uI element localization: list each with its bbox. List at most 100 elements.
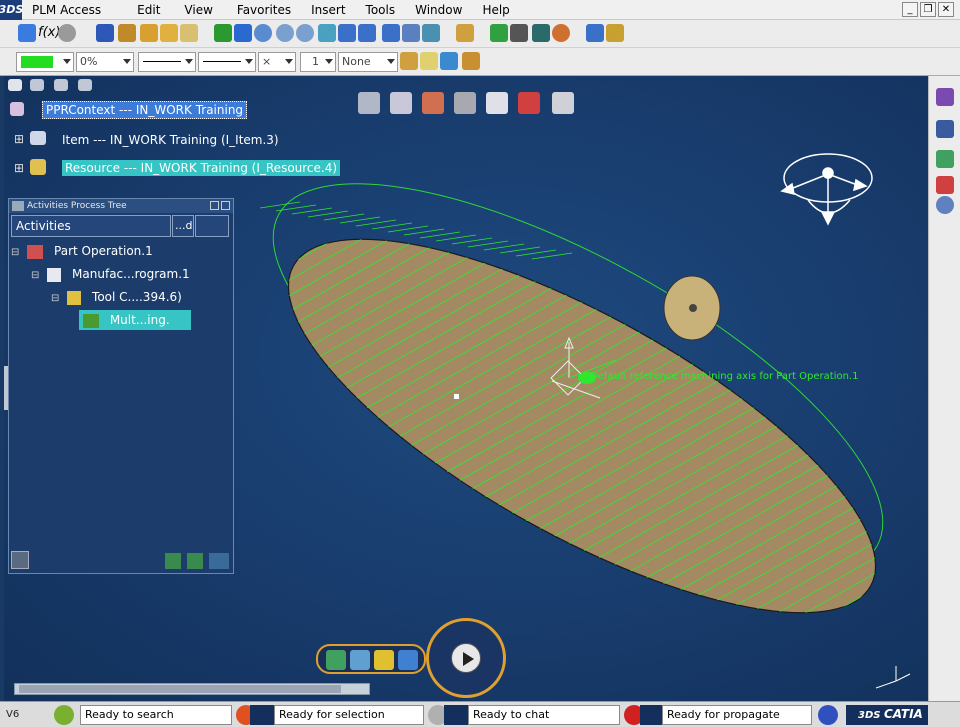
compass-status-icon[interactable] (818, 705, 838, 725)
wb-icon-4[interactable] (398, 650, 418, 670)
selection-status-field[interactable]: Ready for selection (274, 705, 424, 725)
menu-help[interactable]: Help (472, 0, 519, 20)
tree-row-part-operation[interactable]: ⊟ Part Operation.1 (11, 241, 156, 261)
render-style-combo[interactable]: None (338, 52, 398, 72)
user-icon[interactable] (552, 24, 570, 42)
catalog-icon[interactable] (96, 24, 114, 42)
edit-icon[interactable] (11, 551, 29, 569)
fit-all-icon[interactable] (214, 24, 232, 42)
tab-icon-3[interactable] (54, 79, 68, 91)
operation-icon[interactable] (422, 92, 444, 114)
robot-wheel[interactable] (426, 618, 506, 698)
menu-view[interactable]: View (170, 0, 222, 20)
panel-close-button[interactable] (221, 201, 230, 210)
play-button[interactable] (451, 643, 481, 673)
cube-icon[interactable] (440, 52, 458, 70)
tab-icon-4[interactable] (78, 79, 92, 91)
iso-view-icon[interactable] (358, 24, 376, 42)
multi-view-icon[interactable] (338, 24, 356, 42)
line-type-combo[interactable] (198, 52, 256, 72)
machine-icon[interactable] (358, 92, 380, 114)
multi-axis-status-icon[interactable] (171, 310, 191, 330)
properties-icon[interactable] (936, 120, 954, 138)
panel-tool-2-icon[interactable] (187, 553, 203, 569)
panel-tool-3-icon[interactable] (209, 553, 229, 569)
activities-header-col2[interactable]: ...d (172, 215, 194, 237)
color-combo[interactable] (16, 52, 74, 72)
eraser-icon[interactable] (420, 52, 438, 70)
update-icon[interactable] (490, 24, 508, 42)
menu-insert[interactable]: Insert (301, 0, 355, 20)
restore-button[interactable]: ❐ (920, 2, 936, 17)
tool-icon[interactable] (454, 92, 476, 114)
tree-icon[interactable] (118, 24, 136, 42)
resource-expander[interactable]: ⊞ (14, 161, 24, 175)
expander-icon[interactable]: ⊟ (51, 293, 59, 304)
tree-row-multi-axis[interactable]: Mult...ing.1 (79, 310, 185, 330)
item-expander[interactable]: ⊞ (14, 132, 24, 146)
folder-icon[interactable] (456, 24, 474, 42)
activities-header[interactable]: Activities (11, 215, 171, 237)
normal-view-icon[interactable] (318, 24, 336, 42)
point-type-combo[interactable]: × (258, 52, 296, 72)
painter-icon[interactable] (400, 52, 418, 70)
tree-row-manufacturing-program[interactable]: ⊟ Manufac...rogram.1 (31, 264, 193, 284)
save-icon[interactable] (606, 24, 624, 42)
zoom-out-icon[interactable] (296, 24, 314, 42)
workbench-icon[interactable] (936, 88, 954, 106)
ppr-root-node[interactable]: PPRContext --- IN_WORK Training (42, 101, 248, 119)
search-status-icon[interactable] (54, 705, 74, 725)
line-thickness-combo[interactable] (138, 52, 196, 72)
ppr-item-node[interactable]: Item --- IN_WORK Training (I_Item.3) (62, 133, 279, 147)
zoom-in-icon[interactable] (276, 24, 294, 42)
robot-icon[interactable] (390, 92, 412, 114)
expander-icon[interactable]: ⊟ (11, 247, 19, 258)
search-status-field[interactable]: Ready to search (80, 705, 232, 725)
horizontal-scrollbar[interactable] (14, 683, 370, 695)
search-icon[interactable] (936, 196, 954, 214)
hide-show-icon[interactable] (402, 24, 420, 42)
dice-icon[interactable] (486, 92, 508, 114)
layer-combo[interactable]: 1 (300, 52, 336, 72)
network-icon[interactable] (586, 24, 604, 42)
analysis-icon[interactable] (936, 150, 954, 168)
panel-tool-1-icon[interactable] (165, 553, 181, 569)
simulation-icon[interactable] (936, 176, 954, 194)
tree-row-tool-change[interactable]: ⊟ Tool C....394.6) (51, 287, 185, 307)
close-button[interactable]: ✕ (938, 2, 954, 17)
swap-icon[interactable] (160, 24, 178, 42)
comment-icon[interactable] (58, 24, 76, 42)
minimize-button[interactable]: _ (902, 2, 918, 17)
menu-favorites[interactable]: Favorites (223, 0, 301, 20)
menu-plm-access[interactable]: PLM Access (22, 0, 111, 20)
layout-icon[interactable] (532, 24, 550, 42)
magic-wand-icon[interactable] (462, 52, 480, 70)
tab-icon-2[interactable] (30, 79, 44, 91)
gear-icon[interactable] (510, 24, 528, 42)
render-mode-icon[interactable] (382, 24, 400, 42)
pan-icon[interactable] (234, 24, 252, 42)
scroll-thumb[interactable] (19, 685, 341, 693)
tab-icon-1[interactable] (8, 79, 22, 91)
swap-visible-icon[interactable] (422, 24, 440, 42)
table-icon[interactable] (180, 24, 198, 42)
chat-status-field[interactable]: Ready to chat (468, 705, 620, 725)
resource-icon[interactable] (518, 92, 540, 114)
expander-icon[interactable]: ⊟ (31, 270, 39, 281)
menu-window[interactable]: Window (405, 0, 472, 20)
transparency-combo[interactable]: 0% (76, 52, 134, 72)
formula-icon[interactable]: f(x) (38, 24, 60, 42)
rotate-icon[interactable] (254, 24, 272, 42)
menu-tools[interactable]: Tools (356, 0, 406, 20)
panel-minimize-button[interactable] (210, 201, 219, 210)
wb-icon-3[interactable] (374, 650, 394, 670)
menu-edit[interactable]: Edit (111, 0, 170, 20)
ppr-resource-node[interactable]: Resource --- IN_WORK Training (I_Resourc… (62, 160, 341, 176)
lock-icon[interactable] (140, 24, 158, 42)
propagate-status-field[interactable]: Ready for propagate (662, 705, 812, 725)
wb-icon-1[interactable] (326, 650, 346, 670)
report-icon[interactable] (552, 92, 574, 114)
sketch-icon[interactable] (18, 24, 36, 42)
wb-icon-2[interactable] (350, 650, 370, 670)
activities-header-col3[interactable] (195, 215, 229, 237)
